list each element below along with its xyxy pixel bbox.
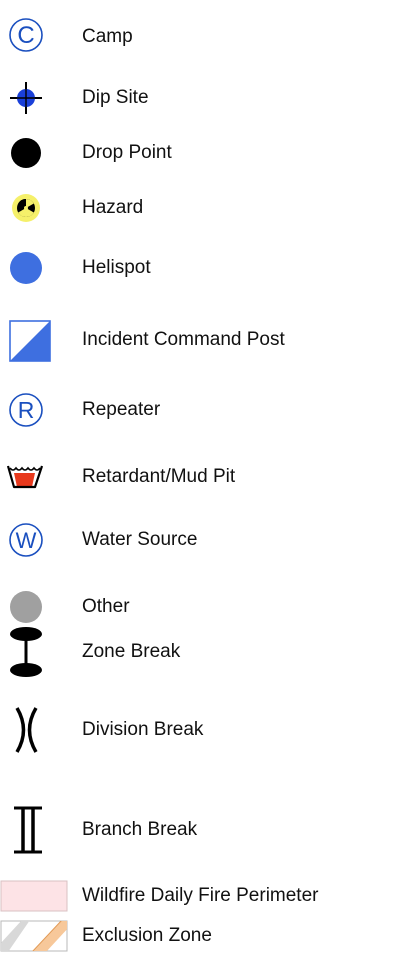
legend-label-camp: Camp [82,26,133,47]
legend-item-other: Other [0,587,419,627]
legend-item-camp: C Camp [0,17,419,57]
legend-item-repeater: R Repeater [0,390,419,430]
incident-command-post-icon [0,320,70,364]
svg-text:W: W [16,528,37,553]
legend-label-dip-site: Dip Site [82,87,149,108]
legend-item-branch-break: Branch Break [0,805,419,855]
retardant-mud-pit-icon [0,457,70,497]
legend-item-drop-point: Drop Point [0,133,419,173]
legend-label-fire-perimeter: Wildfire Daily Fire Perimeter [82,885,319,906]
drop-point-icon [0,133,70,173]
legend-item-water-source: W Water Source [0,520,419,560]
exclusion-zone-swatch [0,920,70,952]
legend-item-division-break: Division Break [0,705,419,755]
legend-label-helispot: Helispot [82,257,151,278]
division-break-icon [0,705,70,755]
repeater-icon: R [0,390,70,430]
legend-label-drop-point: Drop Point [82,142,172,163]
legend-label-water-source: Water Source [82,529,198,550]
fire-perimeter-swatch [0,880,70,912]
legend-item-retardant-mud-pit: Retardant/Mud Pit [0,457,419,497]
legend-label-other: Other [82,596,130,617]
map-legend: C Camp Dip Site Drop Point Hazard Helisp… [0,0,419,958]
helispot-icon [0,248,70,288]
legend-label-zone-break: Zone Break [82,641,181,662]
legend-label-retardant-mud-pit: Retardant/Mud Pit [82,466,236,487]
legend-item-zone-break: Zone Break [0,622,419,682]
camp-icon: C [0,17,70,57]
svg-text:R: R [18,397,35,423]
legend-item-dip-site: Dip Site [0,78,419,118]
hazard-icon [0,188,70,228]
legend-label-hazard: Hazard [82,197,144,218]
svg-text:C: C [17,22,34,49]
legend-item-fire-perimeter: Wildfire Daily Fire Perimeter [0,880,419,912]
legend-item-helispot: Helispot [0,248,419,288]
dip-site-icon [0,78,70,118]
zone-break-icon [0,622,70,682]
legend-label-division-break: Division Break [82,719,204,740]
other-icon [0,587,70,627]
water-source-icon: W [0,520,70,560]
legend-label-branch-break: Branch Break [82,819,198,840]
legend-label-repeater: Repeater [82,399,161,420]
legend-item-incident-command-post: Incident Command Post [0,320,419,362]
legend-label-incident-command-post: Incident Command Post [82,329,285,350]
legend-item-hazard: Hazard [0,188,419,228]
legend-item-exclusion-zone: Exclusion Zone [0,920,419,952]
legend-label-exclusion-zone: Exclusion Zone [82,925,212,946]
branch-break-icon [0,805,70,855]
